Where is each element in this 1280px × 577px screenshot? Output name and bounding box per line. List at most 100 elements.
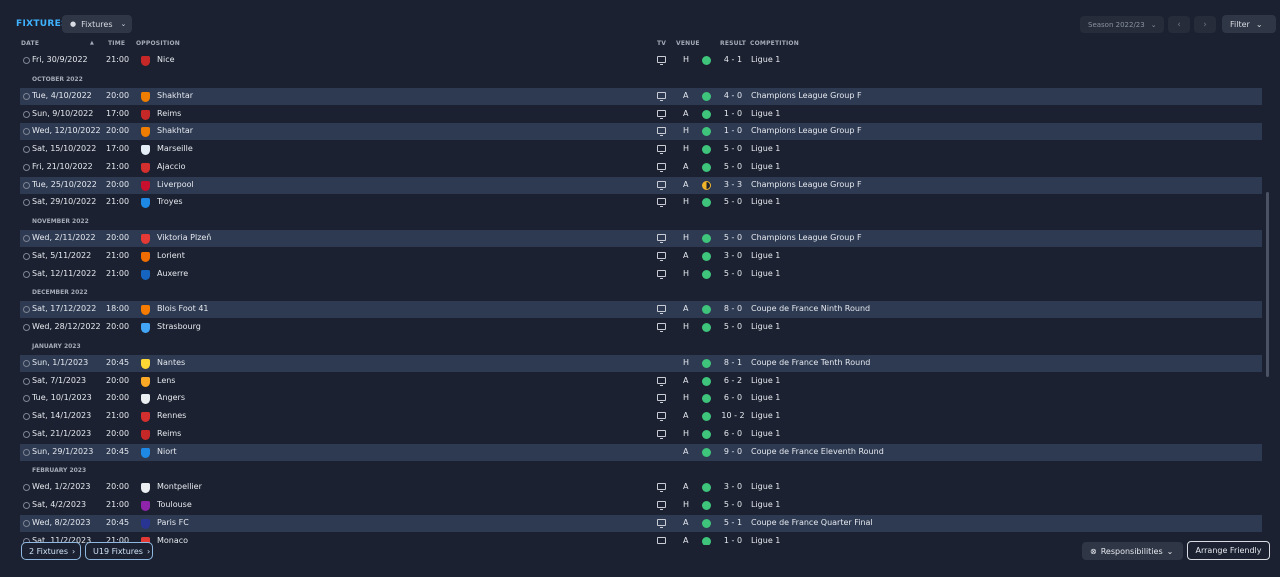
competition-name[interactable]: Champions League Group F (751, 126, 862, 135)
opponent-name[interactable]: Shakhtar (157, 91, 193, 100)
match-result[interactable]: 10 - 2 (718, 411, 748, 420)
opponent-name[interactable]: Liverpool (157, 180, 194, 189)
fixture-row[interactable]: Sun, 1/1/2023 20:45 Nantes H 8 - 1 Coupe de F… (20, 354, 1262, 372)
competition-name[interactable]: Ligue 1 (751, 251, 780, 260)
match-result[interactable]: 5 - 1 (718, 518, 748, 527)
fixture-row[interactable]: Fri, 21/10/2022 21:00 Ajaccio A 5 - 0 Ligue 1 (20, 159, 1262, 176)
fixture-row[interactable]: Sat, 21/1/2023 20:00 Reims H 6 - 0 Ligue 1 (20, 426, 1262, 443)
match-result[interactable]: 5 - 0 (718, 197, 748, 206)
match-result[interactable]: 8 - 0 (718, 304, 748, 313)
opponent-name[interactable]: Ajaccio (157, 162, 186, 171)
competition-name[interactable]: Ligue 1 (751, 536, 780, 545)
fixture-row[interactable]: Wed, 28/12/2022 20:00 Strasbourg H 5 - 0 Ligu… (20, 319, 1262, 336)
competition-name[interactable]: Ligue 1 (751, 411, 780, 420)
fixture-row[interactable]: Tue, 10/1/2023 20:00 Angers H 6 - 0 Ligue 1 (20, 390, 1262, 407)
match-result[interactable]: 3 - 3 (718, 180, 748, 189)
competition-name[interactable]: Ligue 1 (751, 109, 780, 118)
match-result[interactable]: 6 - 2 (718, 376, 748, 385)
column-time[interactable]: TIME (108, 40, 125, 47)
opponent-name[interactable]: Blois Foot 41 (157, 304, 209, 313)
competition-name[interactable]: Ligue 1 (751, 197, 780, 206)
opponent-name[interactable]: Marseille (157, 144, 193, 153)
opponent-name[interactable]: Rennes (157, 411, 186, 420)
competition-name[interactable]: Coupe de France Eleventh Round (751, 447, 884, 456)
fixture-row[interactable]: Sat, 7/1/2023 20:00 Lens A 6 - 2 Ligue 1 (20, 373, 1262, 390)
fixtures-link-button[interactable]: 2 Fixtures › (21, 542, 81, 560)
competition-name[interactable]: Ligue 1 (751, 322, 780, 331)
match-result[interactable]: 5 - 0 (718, 233, 748, 242)
competition-name[interactable]: Champions League Group F (751, 233, 862, 242)
season-dropdown[interactable]: Season 2022/23 ⌄ (1080, 16, 1164, 33)
fixture-row[interactable]: Tue, 4/10/2022 20:00 Shakhtar A 4 - 0 Champio… (20, 87, 1262, 105)
opponent-name[interactable]: Paris FC (157, 518, 189, 527)
competition-name[interactable]: Ligue 1 (751, 376, 780, 385)
next-season-button[interactable]: › (1194, 16, 1216, 33)
match-result[interactable]: 5 - 0 (718, 144, 748, 153)
filter-button[interactable]: Filter ⌄ (1222, 15, 1276, 33)
prev-season-button[interactable]: ‹ (1168, 16, 1190, 33)
column-result[interactable]: RESULT (720, 40, 746, 47)
match-result[interactable]: 1 - 0 (718, 126, 748, 135)
match-result[interactable]: 5 - 0 (718, 269, 748, 278)
match-result[interactable]: 1 - 0 (718, 536, 748, 545)
match-result[interactable]: 3 - 0 (718, 251, 748, 260)
competition-name[interactable]: Champions League Group F (751, 91, 862, 100)
column-tv[interactable]: TV (657, 40, 666, 47)
fixture-row[interactable]: Sat, 14/1/2023 21:00 Rennes A 10 - 2 Ligue 1 (20, 408, 1262, 425)
fixture-row[interactable]: Wed, 1/2/2023 20:00 Montpellier A 3 - 0 Ligue… (20, 479, 1262, 496)
opponent-name[interactable]: Nantes (157, 358, 185, 367)
opponent-name[interactable]: Lorient (157, 251, 185, 260)
fixture-row[interactable]: Wed, 2/11/2022 20:00 Viktoria Plzeň H 5 - 0C… (20, 230, 1262, 247)
opponent-name[interactable]: Toulouse (157, 500, 192, 509)
fixture-row[interactable]: Sun, 9/10/2022 17:00 Reims A 1 - 0 Ligue 1 (20, 106, 1262, 123)
match-result[interactable]: 4 - 0 (718, 91, 748, 100)
match-result[interactable]: 5 - 0 (718, 322, 748, 331)
competition-name[interactable]: Ligue 1 (751, 269, 780, 278)
fixture-row[interactable]: Sat, 5/11/2022 21:00 Lorient A 3 - 0 Ligue 1 (20, 248, 1262, 265)
opponent-name[interactable]: Shakhtar (157, 126, 193, 135)
competition-name[interactable]: Champions League Group F (751, 180, 862, 189)
competition-name[interactable]: Ligue 1 (751, 55, 780, 64)
match-result[interactable]: 6 - 0 (718, 429, 748, 438)
column-venue[interactable]: VENUE (676, 40, 700, 47)
u19-fixtures-button[interactable]: U19 Fixtures › (85, 542, 153, 560)
scrollbar[interactable] (1266, 192, 1269, 377)
competition-name[interactable]: Coupe de France Quarter Final (751, 518, 873, 527)
match-result[interactable]: 5 - 0 (718, 162, 748, 171)
fixture-row[interactable]: Sun, 29/1/2023 20:45 Niort A 9 - 0 Coupe de F… (20, 443, 1262, 461)
competition-name[interactable]: Ligue 1 (751, 393, 780, 402)
competition-name[interactable]: Ligue 1 (751, 429, 780, 438)
opponent-name[interactable]: Reims (157, 109, 181, 118)
opponent-name[interactable]: Auxerre (157, 269, 188, 278)
match-result[interactable]: 4 - 1 (718, 55, 748, 64)
view-dropdown[interactable]: ● Fixtures ⌄ (62, 15, 132, 33)
match-result[interactable]: 8 - 1 (718, 358, 748, 367)
competition-name[interactable]: Ligue 1 (751, 500, 780, 509)
match-result[interactable]: 9 - 0 (718, 447, 748, 456)
responsibilities-button[interactable]: ⊗ Responsibilities ⌄ (1082, 542, 1183, 560)
opponent-name[interactable]: Angers (157, 393, 185, 402)
competition-name[interactable]: Ligue 1 (751, 162, 780, 171)
fixture-row[interactable]: Wed, 8/2/2023 20:45 Paris FC A 5 - 1 Coupe de… (20, 514, 1262, 532)
competition-name[interactable]: Ligue 1 (751, 144, 780, 153)
opponent-name[interactable]: Viktoria Plzeň (157, 233, 211, 242)
opponent-name[interactable]: Lens (157, 376, 175, 385)
opponent-name[interactable]: Monaco (157, 536, 188, 545)
match-result[interactable]: 5 - 0 (718, 500, 748, 509)
fixture-row[interactable]: Sat, 17/12/2022 18:00 Blois Foot 41 A 8 - 0C… (20, 301, 1262, 319)
competition-name[interactable]: Coupe de France Ninth Round (751, 304, 870, 313)
opponent-name[interactable]: Niort (157, 447, 177, 456)
match-result[interactable]: 1 - 0 (718, 109, 748, 118)
fixture-row[interactable]: Sat, 15/10/2022 17:00 Marseille H 5 - 0 Ligue… (20, 141, 1262, 158)
fixture-row[interactable]: Wed, 12/10/2022 20:00 Shakhtar H 1 - 0 Champi… (20, 123, 1262, 141)
match-result[interactable]: 6 - 0 (718, 393, 748, 402)
fixture-row[interactable]: Sat, 4/2/2023 21:00 Toulouse H 5 - 0 Ligue 1 (20, 497, 1262, 514)
column-date[interactable]: DATE (21, 40, 39, 47)
column-opposition[interactable]: OPPOSITION (136, 40, 180, 47)
column-competition[interactable]: COMPETITION (750, 40, 799, 47)
fixture-row[interactable]: Sat, 29/10/2022 21:00 Troyes H 5 - 0 Ligue 1 (20, 194, 1262, 211)
match-result[interactable]: 3 - 0 (718, 482, 748, 491)
opponent-name[interactable]: Strasbourg (157, 322, 201, 331)
opponent-name[interactable]: Reims (157, 429, 181, 438)
opponent-name[interactable]: Montpellier (157, 482, 202, 491)
